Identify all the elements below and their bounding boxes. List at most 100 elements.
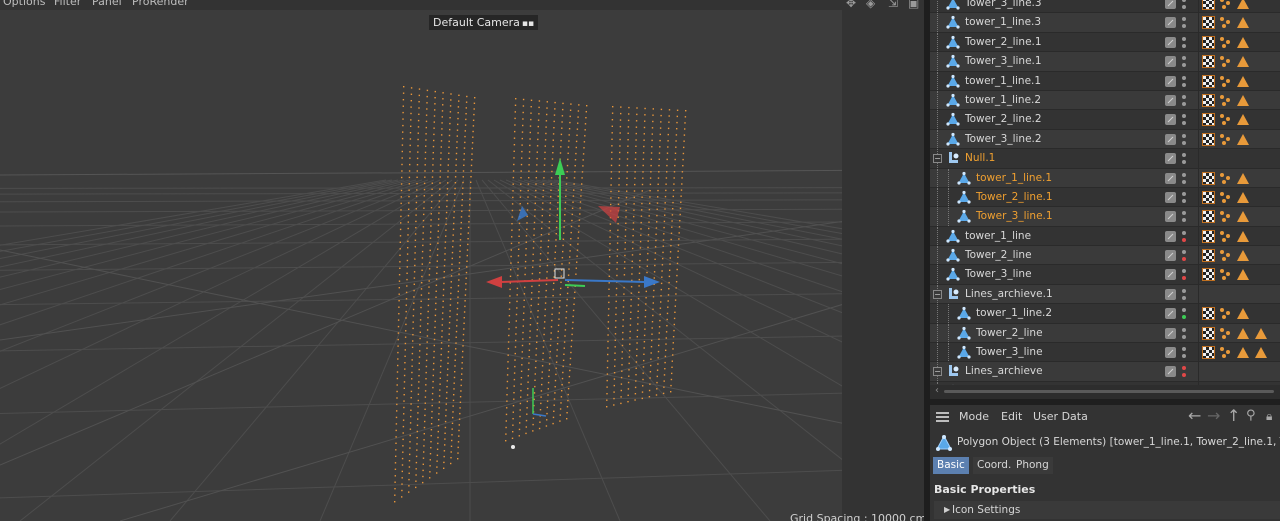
layer-toggle-icon[interactable]: [1165, 347, 1176, 359]
object-name-cell[interactable]: Tower_3_line.3: [930, 0, 1162, 13]
object-name-cell[interactable]: Tower_2_line.1: [930, 187, 1162, 207]
object-row[interactable]: − Lines_archieve: [930, 362, 1280, 382]
vertex-tag-icon[interactable]: [1220, 94, 1232, 107]
object-row[interactable]: Tower_3_line.1: [930, 52, 1280, 72]
vertex-tag-icon[interactable]: [1220, 249, 1232, 262]
render-visibility-dot[interactable]: [1182, 63, 1186, 68]
object-name-cell[interactable]: Tower_3_line.2: [930, 129, 1162, 149]
object-row[interactable]: Tower_2_line: [930, 246, 1280, 266]
point-plane-tower-2[interactable]: [505, 98, 588, 442]
menu-user-data[interactable]: User Data: [1033, 410, 1088, 423]
menu-prorender[interactable]: ProRender: [132, 0, 189, 8]
editor-visibility-dot[interactable]: [1182, 250, 1186, 255]
vertex-tag-icon[interactable]: [1220, 210, 1232, 223]
polygon-selection-tag-icon[interactable]: [1255, 347, 1267, 359]
layer-toggle-icon[interactable]: [1165, 94, 1176, 106]
layer-toggle-icon[interactable]: [1165, 114, 1176, 126]
layer-toggle-icon[interactable]: [1165, 250, 1176, 262]
editor-visibility-dot[interactable]: [1182, 172, 1186, 177]
material-tag-icon[interactable]: [1202, 16, 1215, 30]
object-name-cell[interactable]: Tower_3_line: [930, 343, 1162, 362]
menu-options[interactable]: Options: [3, 0, 45, 8]
object-name-cell[interactable]: Tower_2_line.2: [930, 110, 1162, 129]
render-visibility-dot[interactable]: [1182, 43, 1186, 48]
layer-toggle-icon[interactable]: [1165, 366, 1176, 378]
zoom-view-icon[interactable]: ⇲: [888, 0, 898, 10]
object-manager-scrollbar[interactable]: ‹: [930, 385, 1280, 399]
vertex-tag-icon[interactable]: [1220, 36, 1232, 49]
editor-visibility-dot[interactable]: [1182, 230, 1186, 235]
layer-toggle-icon[interactable]: [1165, 36, 1176, 48]
menu-panel[interactable]: Panel: [92, 0, 122, 8]
vertex-tag-icon[interactable]: [1220, 113, 1232, 126]
vertex-tag-icon[interactable]: [1220, 172, 1232, 185]
render-visibility-dot[interactable]: [1182, 334, 1186, 339]
layer-toggle-icon[interactable]: [1165, 172, 1176, 184]
material-tag-icon[interactable]: [1202, 307, 1215, 321]
object-row[interactable]: Tower_3_line: [930, 265, 1280, 285]
menu-edit[interactable]: Edit: [1001, 410, 1022, 423]
object-name-cell[interactable]: Tower_2_line: [930, 323, 1162, 343]
object-row[interactable]: tower_1_line.1: [930, 168, 1280, 188]
polygon-selection-tag-icon[interactable]: [1237, 308, 1249, 320]
material-tag-icon[interactable]: [1202, 190, 1215, 204]
collapse-toggle-icon[interactable]: −: [933, 289, 942, 299]
material-tag-icon[interactable]: [1202, 113, 1215, 127]
vertex-tag-icon[interactable]: [1220, 327, 1232, 340]
material-tag-icon[interactable]: [1202, 35, 1215, 49]
editor-visibility-dot[interactable]: [1182, 366, 1186, 371]
vertex-tag-icon[interactable]: [1220, 75, 1232, 88]
polygon-selection-tag-icon[interactable]: [1237, 75, 1249, 87]
material-tag-icon[interactable]: [1202, 210, 1215, 224]
editor-visibility-dot[interactable]: [1182, 94, 1186, 99]
polygon-selection-tag-icon[interactable]: [1237, 56, 1249, 68]
editor-visibility-dot[interactable]: [1182, 269, 1186, 274]
object-name-cell[interactable]: Tower_3_line.1: [930, 52, 1162, 71]
polygon-selection-tag-icon[interactable]: [1237, 230, 1249, 242]
rotate-view-icon[interactable]: ◈: [866, 0, 875, 10]
layer-toggle-icon[interactable]: [1165, 153, 1176, 165]
render-visibility-dot[interactable]: [1182, 315, 1186, 320]
object-row[interactable]: tower_1_line: [930, 226, 1280, 247]
polygon-selection-tag-icon[interactable]: [1237, 17, 1249, 29]
render-visibility-dot[interactable]: [1182, 218, 1186, 223]
render-visibility-dot[interactable]: [1182, 82, 1186, 87]
vertex-tag-icon[interactable]: [1220, 268, 1232, 281]
layer-toggle-icon[interactable]: [1165, 17, 1176, 29]
tab-coord[interactable]: Coord.: [973, 457, 1016, 474]
back-arrow-icon[interactable]: ←: [1188, 406, 1201, 425]
object-row[interactable]: − Null.1: [930, 149, 1280, 169]
scrollbar-thumb[interactable]: [944, 390, 1274, 393]
expand-arrow-icon[interactable]: ▶: [944, 505, 950, 514]
polygon-selection-tag-icon[interactable]: [1237, 133, 1249, 145]
material-tag-icon[interactable]: [1202, 229, 1215, 243]
object-name-cell[interactable]: Tower_2_line.1: [930, 32, 1162, 52]
toggle-view-icon[interactable]: ▣: [908, 0, 919, 10]
vertex-tag-icon[interactable]: [1220, 55, 1232, 68]
render-visibility-dot[interactable]: [1182, 354, 1186, 359]
render-visibility-dot[interactable]: [1182, 198, 1186, 203]
vertex-tag-icon[interactable]: [1220, 0, 1232, 10]
object-name-cell[interactable]: − Lines_archieve: [930, 362, 1162, 381]
object-row[interactable]: − Lines_archieve.1: [930, 284, 1280, 305]
object-name-cell[interactable]: tower_1_line.1: [930, 168, 1162, 187]
scroll-left-icon[interactable]: ‹: [935, 385, 939, 396]
polygon-selection-tag-icon[interactable]: [1237, 327, 1249, 339]
polygon-selection-tag-icon[interactable]: [1237, 0, 1249, 9]
object-row[interactable]: Tower_2_line: [930, 323, 1280, 344]
layer-toggle-icon[interactable]: [1165, 327, 1176, 339]
layer-toggle-icon[interactable]: [1165, 269, 1176, 281]
layer-toggle-icon[interactable]: [1165, 211, 1176, 223]
layer-toggle-icon[interactable]: [1165, 308, 1176, 320]
forward-arrow-icon[interactable]: →: [1207, 406, 1220, 425]
move-view-icon[interactable]: ✥: [846, 0, 856, 10]
lock-icon[interactable]: 🔒︎: [1266, 409, 1272, 424]
object-row[interactable]: Tower_2_line.1: [930, 187, 1280, 208]
render-visibility-dot[interactable]: [1182, 373, 1186, 378]
editor-visibility-dot[interactable]: [1182, 0, 1186, 2]
render-visibility-dot[interactable]: [1182, 101, 1186, 106]
polygon-selection-tag-icon[interactable]: [1237, 191, 1249, 203]
editor-visibility-dot[interactable]: [1182, 17, 1186, 22]
layer-toggle-icon[interactable]: [1165, 288, 1176, 300]
material-tag-icon[interactable]: [1202, 0, 1215, 10]
